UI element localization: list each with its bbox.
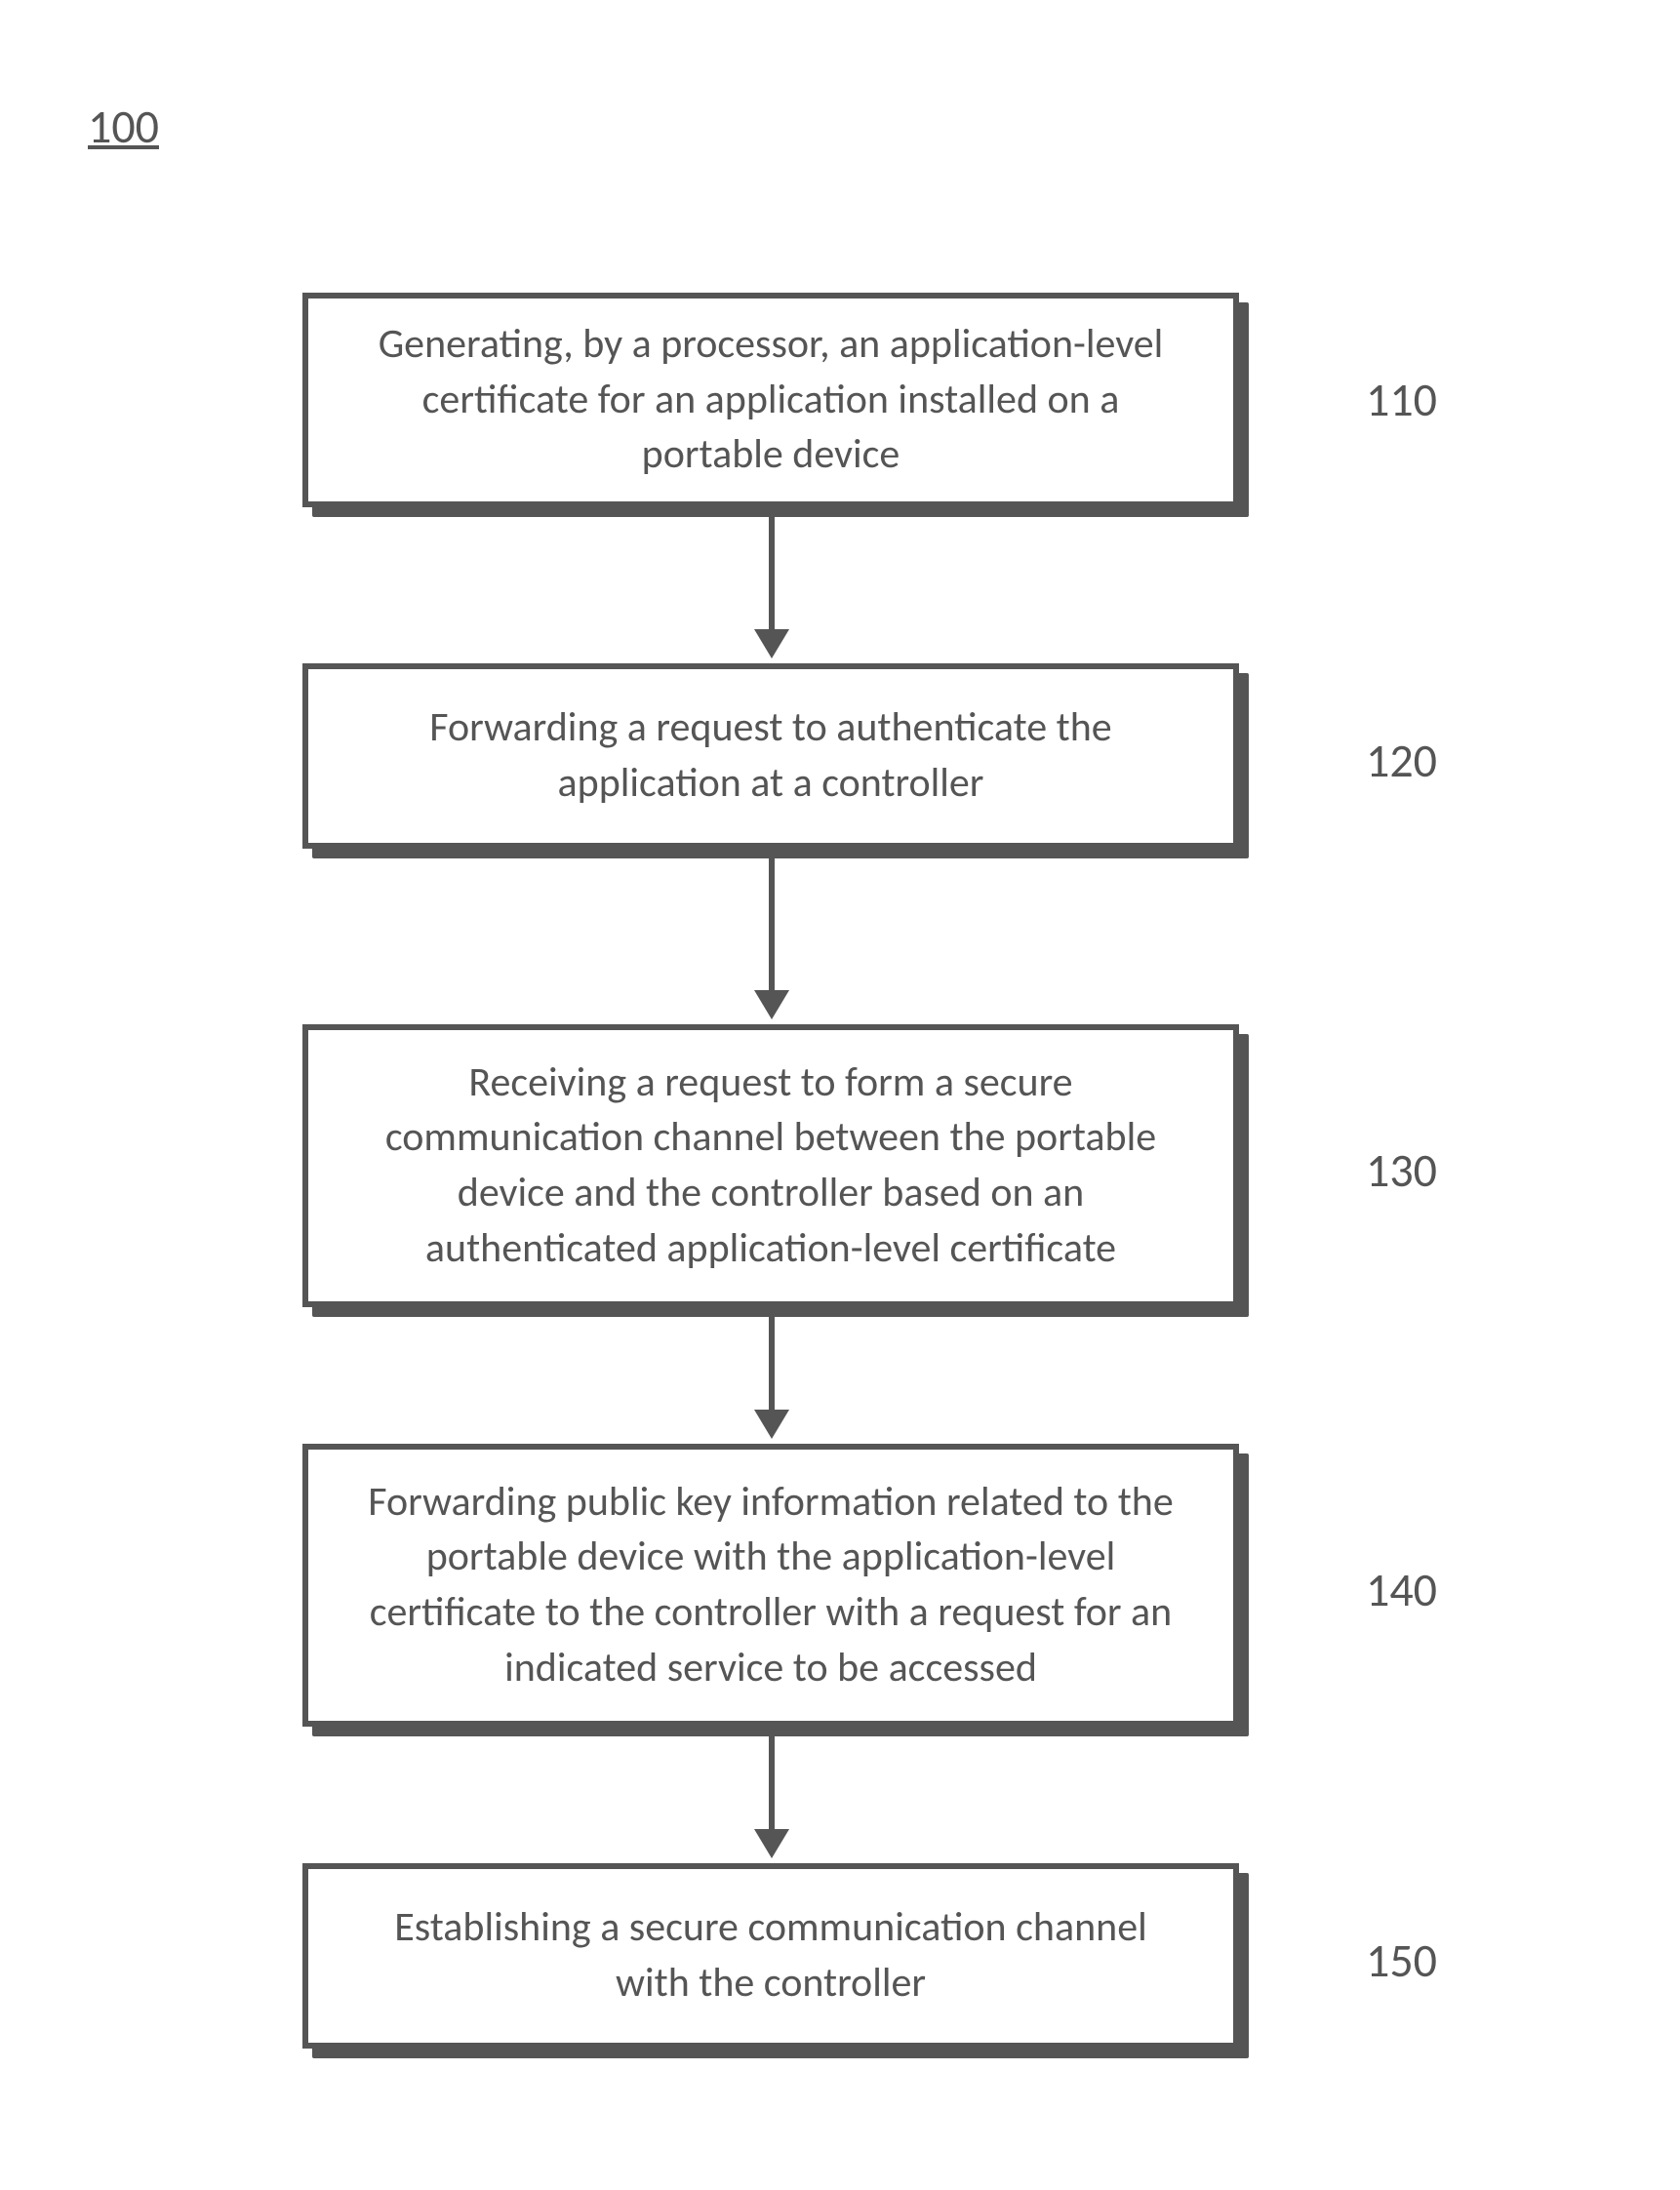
flow-step-120: Forwarding a request to authenticate the… <box>302 663 1239 849</box>
flow-box: Forwarding public key information relate… <box>302 1444 1239 1727</box>
step-number-110: 110 <box>1366 371 1437 428</box>
arrow-down-icon <box>754 1736 789 1858</box>
flow-box: Generating, by a processor, an applicati… <box>302 293 1239 507</box>
arrow-down-icon <box>754 1317 789 1439</box>
step-number-130: 130 <box>1366 1141 1437 1199</box>
arrow-down-icon <box>754 858 789 1019</box>
flow-box-text: Receiving a request to form a secure com… <box>357 1055 1184 1277</box>
flow-box-text: Generating, by a processor, an applicati… <box>357 317 1184 483</box>
step-number-150: 150 <box>1366 1931 1437 1989</box>
flowchart-page: 100 Generating, by a processor, an appli… <box>0 0 1680 2190</box>
flow-box: Establishing a secure communication chan… <box>302 1863 1239 2049</box>
flow-step-140: Forwarding public key information relate… <box>302 1444 1239 1727</box>
step-number-140: 140 <box>1366 1561 1437 1618</box>
step-number-120: 120 <box>1366 732 1437 789</box>
arrow-down-icon <box>754 517 789 658</box>
flow-box-text: Forwarding a request to authenticate the… <box>357 700 1184 811</box>
flow-box-text: Forwarding public key information relate… <box>357 1475 1184 1696</box>
flow-box-text: Establishing a secure communication chan… <box>357 1900 1184 2011</box>
figure-number-label: 100 <box>88 98 159 155</box>
flow-step-150: Establishing a secure communication chan… <box>302 1863 1239 2049</box>
flow-step-130: Receiving a request to form a secure com… <box>302 1024 1239 1307</box>
flow-box: Receiving a request to form a secure com… <box>302 1024 1239 1307</box>
flow-step-110: Generating, by a processor, an applicati… <box>302 293 1239 507</box>
flow-box: Forwarding a request to authenticate the… <box>302 663 1239 849</box>
